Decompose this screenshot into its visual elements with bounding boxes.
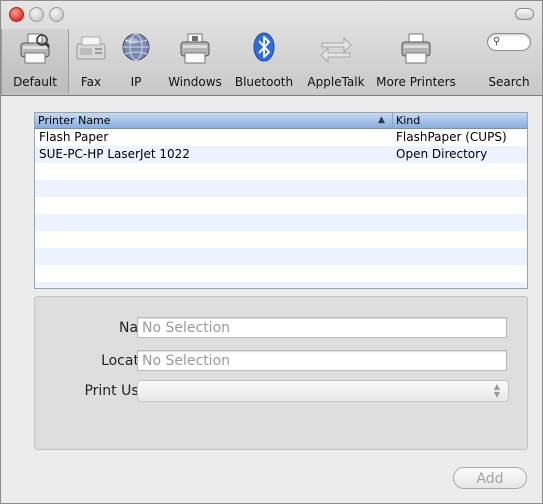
empty-row bbox=[35, 180, 527, 197]
printer-default-icon bbox=[17, 31, 53, 67]
toolbar-bluetooth-button[interactable]: Bluetooth bbox=[232, 31, 296, 93]
minimize-window-button[interactable] bbox=[29, 7, 44, 22]
search-field[interactable]: ⚲ bbox=[487, 33, 531, 51]
print-using-popup[interactable]: ▲ ▼ bbox=[137, 380, 509, 402]
toolbar: Default Fax IP Windows Bluetooth AppleTa… bbox=[1, 1, 542, 96]
search-icon: ⚲ bbox=[493, 36, 501, 47]
toolbar-search-label: Search bbox=[488, 75, 530, 89]
empty-row bbox=[35, 197, 527, 214]
toolbar-default-label: Default bbox=[13, 75, 57, 89]
bluetooth-icon bbox=[246, 31, 282, 67]
globe-icon bbox=[118, 31, 154, 67]
add-printer-window: Default Fax IP Windows Bluetooth AppleTa… bbox=[0, 0, 543, 504]
empty-row bbox=[35, 163, 527, 180]
column-header-printer-name[interactable]: Printer Name bbox=[35, 113, 390, 128]
toolbar-default-button[interactable]: Default bbox=[1, 29, 69, 94]
empty-row bbox=[35, 214, 527, 231]
popup-arrows-icon: ▲ ▼ bbox=[493, 382, 500, 399]
windows-printer-icon bbox=[177, 31, 213, 67]
printer-list-header: Printer Name ▲ Kind bbox=[35, 113, 527, 129]
toolbar-appletalk-button[interactable]: AppleTalk bbox=[301, 31, 371, 93]
printer-list-rows: Flash Paper FlashPaper (CUPS) SUE-PC-HP … bbox=[35, 129, 527, 288]
toolbar-fax-label: Fax bbox=[80, 75, 102, 89]
empty-row bbox=[35, 248, 527, 265]
fax-icon bbox=[73, 31, 109, 67]
printer-icon bbox=[398, 31, 434, 67]
printer-kind-cell: FlashPaper (CUPS) bbox=[396, 130, 507, 144]
printer-name-cell: Flash Paper bbox=[39, 130, 109, 144]
zoom-window-button[interactable] bbox=[49, 7, 64, 22]
name-field[interactable]: No Selection bbox=[137, 317, 507, 338]
toolbar-windows-label: Windows bbox=[168, 75, 222, 89]
add-button[interactable]: Add bbox=[453, 467, 527, 489]
table-row[interactable]: SUE-PC-HP LaserJet 1022 Open Directory bbox=[35, 146, 527, 163]
toolbar-ip-label: IP bbox=[130, 75, 142, 89]
printer-list[interactable]: Printer Name ▲ Kind Flash Paper FlashPap… bbox=[34, 112, 528, 289]
empty-row bbox=[35, 282, 527, 288]
empty-row bbox=[35, 265, 527, 282]
printer-name-cell: SUE-PC-HP LaserJet 1022 bbox=[39, 147, 190, 161]
toolbar-ip-button[interactable]: IP bbox=[116, 31, 156, 93]
sort-ascending-icon: ▲ bbox=[378, 115, 385, 125]
appletalk-arrows-icon bbox=[318, 31, 354, 67]
close-window-button[interactable] bbox=[9, 7, 24, 22]
toolbar-windows-button[interactable]: Windows bbox=[164, 31, 226, 93]
toolbar-more-printers-button[interactable]: More Printers bbox=[373, 31, 459, 93]
toolbar-bluetooth-label: Bluetooth bbox=[234, 75, 294, 89]
toolbar-fax-button[interactable]: Fax bbox=[71, 31, 111, 93]
table-row[interactable]: Flash Paper FlashPaper (CUPS) bbox=[35, 129, 527, 146]
location-field[interactable]: No Selection bbox=[137, 350, 507, 371]
toolbar-search-item: ⚲ Search bbox=[479, 31, 539, 93]
printer-details-panel: Name: No Selection Location: No Selectio… bbox=[34, 296, 528, 450]
column-header-kind[interactable]: Kind bbox=[392, 113, 526, 128]
toolbar-appletalk-label: AppleTalk bbox=[307, 75, 365, 89]
toolbar-more-printers-label: More Printers bbox=[376, 75, 456, 89]
printer-kind-cell: Open Directory bbox=[396, 147, 488, 161]
empty-row bbox=[35, 231, 527, 248]
toolbar-toggle-button[interactable] bbox=[515, 8, 534, 20]
